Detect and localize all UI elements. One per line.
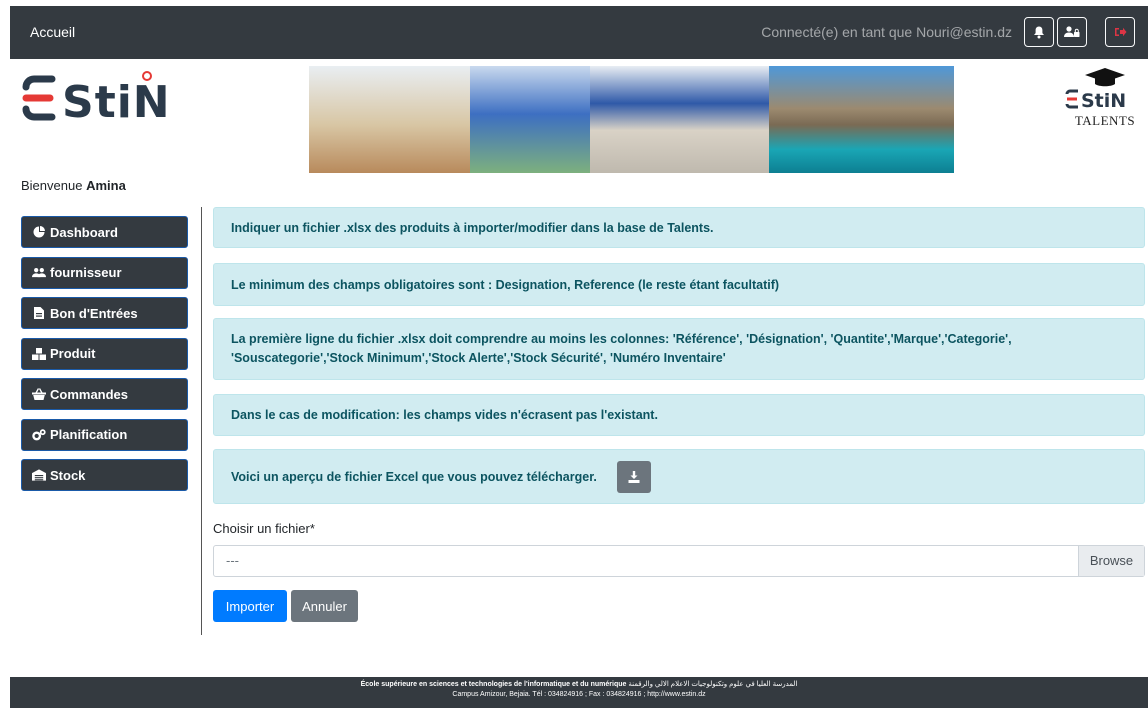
bell-icon bbox=[1034, 26, 1044, 38]
file-field-label: Choisir un fichier* bbox=[213, 521, 315, 536]
sidebar-item-produit[interactable]: Produit bbox=[21, 337, 188, 370]
alert-text-line2: 'Souscategorie','Stock Minimum','Stock A… bbox=[231, 351, 726, 365]
profile-button[interactable] bbox=[1057, 17, 1087, 47]
alert-text: Dans le cas de modification: les champs … bbox=[231, 408, 658, 422]
sidebar-item-planification[interactable]: Planification bbox=[21, 418, 188, 451]
info-alert-columns: La première ligne du fichier .xlsx doit … bbox=[213, 318, 1145, 380]
estin-small-logo: StiN bbox=[1065, 89, 1126, 112]
cogs-icon bbox=[32, 428, 46, 441]
alert-text: Le minimum des champs obligatoires sont … bbox=[231, 277, 780, 292]
banner-photo-campus bbox=[470, 66, 590, 173]
content-divider bbox=[201, 207, 202, 635]
logout-button[interactable] bbox=[1105, 17, 1135, 47]
footer-school-name-fr: École supérieure en sciences et technolo… bbox=[360, 681, 627, 688]
download-icon bbox=[628, 470, 640, 483]
alert-text-line1: La première ligne du fichier .xlsx doit … bbox=[231, 332, 1012, 346]
info-alert-required-fields: Le minimum des champs obligatoires sont … bbox=[213, 263, 1145, 306]
graduation-cap-icon bbox=[1085, 68, 1125, 87]
sign-out-icon bbox=[1114, 27, 1126, 37]
file-input-value[interactable]: --- bbox=[214, 546, 1078, 576]
sidebar-item-label: Planification bbox=[50, 427, 128, 442]
banner-photo-coast bbox=[768, 66, 954, 173]
sidebar-item-bon-entrees[interactable]: Bon d'Entrées bbox=[21, 297, 188, 329]
cancel-button[interactable]: Annuler bbox=[291, 590, 358, 622]
download-sample-button[interactable] bbox=[616, 460, 651, 493]
sidebar-item-label: fournisseur bbox=[50, 265, 122, 280]
sidebar-item-commandes[interactable]: Commandes bbox=[21, 378, 188, 410]
estin-talents-logo: StiN TALENTS bbox=[1065, 66, 1145, 130]
sidebar-item-label: Dashboard bbox=[50, 224, 118, 240]
alert-text: Indiquer un fichier .xlsx des produits à… bbox=[231, 220, 714, 235]
footer-school-name-ar: المدرسة العليا في علوم وتكنولوجيات الاعل… bbox=[628, 681, 798, 688]
sidebar-item-label: Commandes bbox=[50, 386, 129, 402]
pie-chart-icon bbox=[32, 226, 46, 238]
file-input[interactable]: --- Browse bbox=[213, 545, 1145, 577]
svg-text:StiN: StiN bbox=[62, 77, 171, 128]
info-alert-modification: Dans le cas de modification: les champs … bbox=[213, 394, 1145, 436]
users-icon bbox=[32, 267, 46, 278]
page-footer: École supérieure en sciences et technolo… bbox=[10, 677, 1148, 708]
home-link[interactable]: Accueil bbox=[30, 24, 75, 40]
footer-contact-line: Campus Amizour, Bejaia. Tél : 034824916 … bbox=[452, 691, 706, 698]
sidebar-item-fournisseur[interactable]: fournisseur bbox=[21, 256, 188, 289]
banner-photo-building bbox=[309, 66, 471, 173]
talents-label: TALENTS bbox=[1074, 113, 1136, 128]
sidebar-item-dashboard[interactable]: Dashboard bbox=[21, 216, 188, 248]
footer-line1: École supérieure en sciences et technolo… bbox=[10, 680, 1148, 690]
info-alert-file-format: Indiquer un fichier .xlsx des produits à… bbox=[213, 207, 1145, 248]
sidebar-item-stock[interactable]: Stock bbox=[21, 459, 188, 491]
welcome-text: Bienvenue Amina bbox=[21, 178, 126, 193]
welcome-username: Amina bbox=[86, 178, 126, 193]
banner-photo-main-building bbox=[589, 66, 769, 173]
boxes-icon bbox=[32, 347, 46, 360]
import-button[interactable]: Importer bbox=[213, 590, 287, 622]
sidebar-item-label: Bon d'Entrées bbox=[50, 305, 138, 321]
svg-text:StiN: StiN bbox=[1081, 90, 1126, 110]
sidebar-menu: Dashboard fournisseur Bon d'Entrées Prod… bbox=[21, 216, 188, 500]
sidebar-item-label: Produit bbox=[50, 346, 96, 361]
estin-logo: StiN bbox=[22, 71, 171, 128]
warehouse-icon bbox=[32, 469, 46, 481]
info-alert-sample-download: Voici un aperçu de fichier Excel que vou… bbox=[213, 449, 1145, 504]
user-lock-icon bbox=[1064, 26, 1080, 37]
alert-text-multiline: La première ligne du fichier .xlsx doit … bbox=[231, 330, 1012, 368]
file-invoice-icon bbox=[32, 307, 46, 319]
alert-text: Voici un aperçu de fichier Excel que vou… bbox=[231, 469, 597, 484]
browse-button[interactable]: Browse bbox=[1078, 546, 1144, 576]
notifications-button[interactable] bbox=[1024, 17, 1054, 47]
top-navbar: Accueil Connecté(e) en tant que Nouri@es… bbox=[10, 6, 1148, 59]
sidebar-item-label: Stock bbox=[50, 467, 86, 483]
welcome-prefix: Bienvenue bbox=[21, 178, 87, 193]
basket-icon bbox=[32, 388, 46, 400]
campus-banner-image bbox=[309, 66, 954, 173]
logged-in-user-text: Connecté(e) en tant que Nouri@estin.dz bbox=[761, 24, 1012, 40]
